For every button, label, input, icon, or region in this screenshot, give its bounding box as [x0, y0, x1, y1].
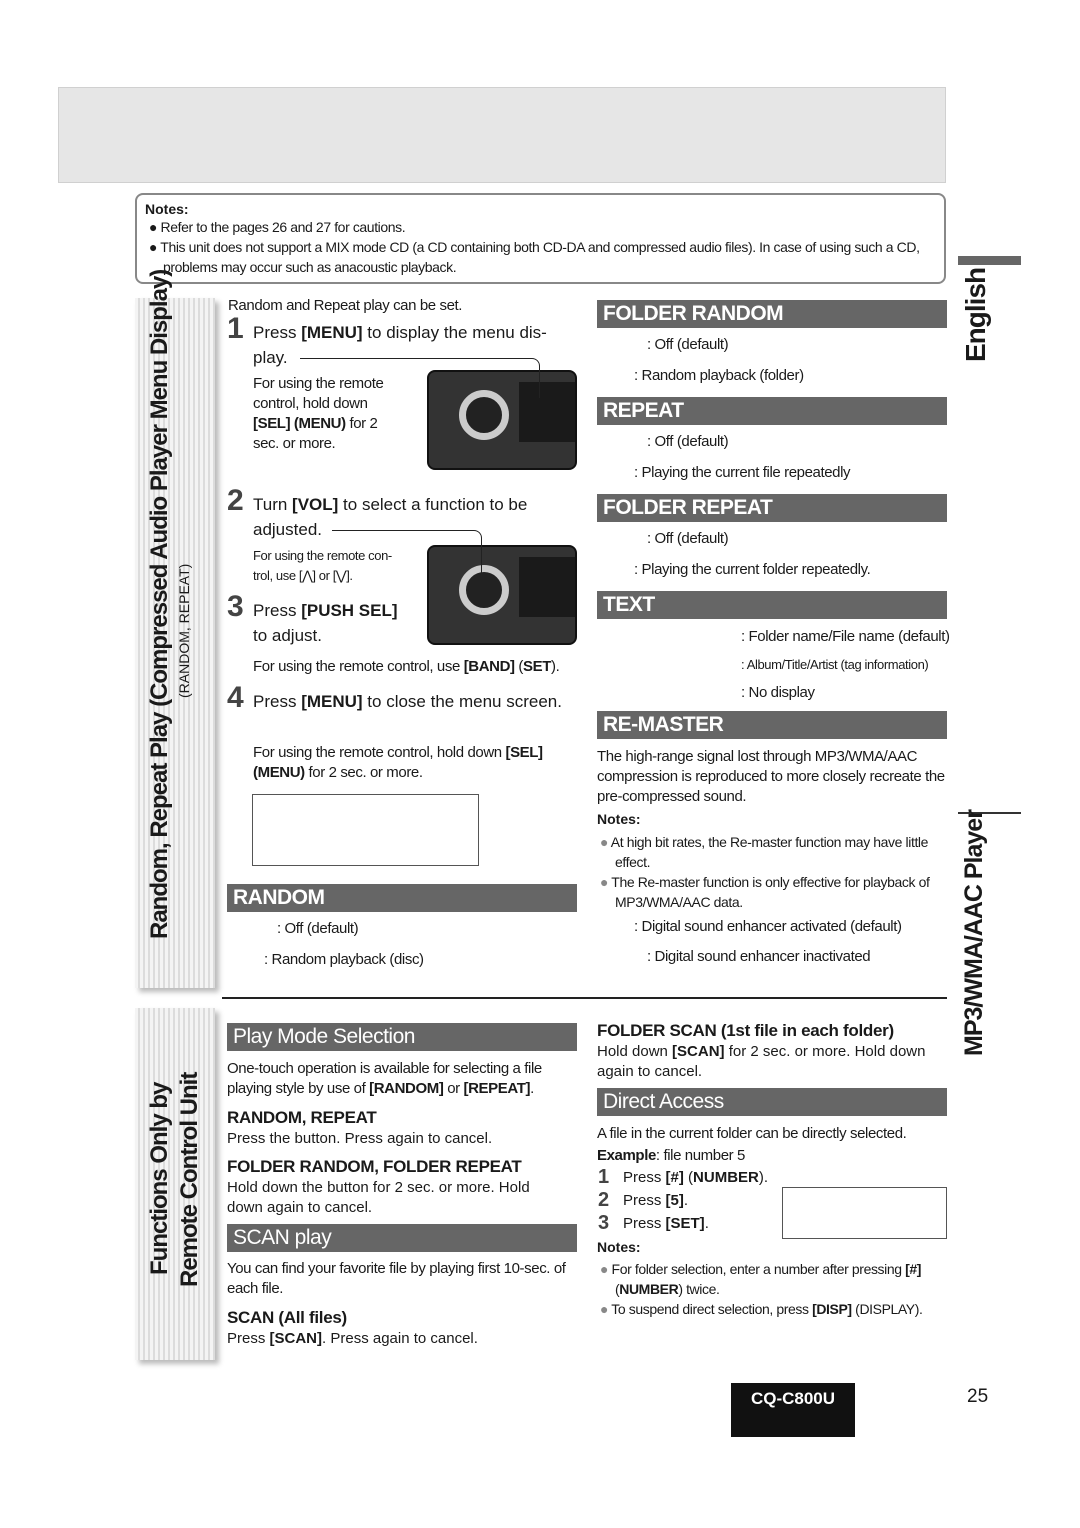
scan-desc: You can find your favorite file by playi…: [227, 1260, 566, 1297]
intro-text: Random and Repeat play can be set.: [228, 297, 463, 314]
display-placeholder: [252, 794, 479, 866]
random-opt: : Random playback (disc): [264, 951, 424, 968]
folder-repeat-header: FOLDER REPEAT: [597, 494, 947, 522]
step-3-note: For using the remote control, use [BAND]…: [253, 658, 560, 675]
play-mode-desc: One-touch operation is available for sel…: [227, 1060, 542, 1097]
product-label: MP3/WMA/AAC Player: [960, 810, 988, 1056]
direct-step: 3 Press [SET].: [598, 1212, 709, 1234]
header-banner: [58, 87, 946, 183]
section-divider: [222, 997, 947, 999]
folder-random-header: FOLDER RANDOM: [597, 300, 947, 328]
direct-access-header: Direct Access: [597, 1088, 947, 1116]
direct-desc: A file in the current folder can be dire…: [597, 1125, 907, 1142]
folder-repeat-opt: : Playing the current folder repeatedly.: [634, 561, 871, 578]
model-badge: CQ-C800U: [731, 1383, 855, 1437]
note-item: Refer to the pages 26 and 27 for caution…: [160, 219, 406, 235]
repeat-header: REPEAT: [597, 397, 947, 425]
folder-scan-subhead: FOLDER SCAN (1st file in each folder): [597, 1021, 894, 1040]
random-repeat-subhead: RANDOM, REPEAT: [227, 1108, 377, 1127]
random-repeat-text: Press the button. Press again to cancel.: [227, 1130, 493, 1147]
remaster-note: ● At high bit rates, the Re-master funct…: [600, 834, 929, 870]
direct-step: 2 Press [5].: [598, 1189, 689, 1211]
text-opt: : Album/Title/Artist (tag information): [741, 657, 929, 672]
side-subtitle-1: (RANDOM, REPEAT): [176, 563, 192, 698]
direct-display-placeholder: [782, 1187, 947, 1239]
side-title-2a: Functions Only by: [146, 1082, 173, 1275]
folder-random-repeat-subhead: FOLDER RANDOM, FOLDER REPEAT: [227, 1157, 522, 1176]
remaster-desc: The high-range signal lost through MP3/W…: [597, 748, 945, 805]
direct-note: ● To suspend direct selection, press [DI…: [600, 1301, 923, 1317]
direct-step: 1 Press [#] (NUMBER).: [598, 1166, 769, 1188]
scan-header: SCAN play: [227, 1224, 577, 1252]
folder-scan-text: Hold down [SCAN] for 2 sec. or more. Hol…: [597, 1043, 926, 1080]
remaster-notes-title: Notes:: [597, 811, 641, 827]
lang-label: English: [960, 267, 991, 362]
side-title-2b: Remote Control Unit: [176, 1072, 203, 1287]
text-opt: : Folder name/File name (default): [741, 628, 950, 645]
scan-all-text: Press [SCAN]. Press again to cancel.: [227, 1330, 478, 1347]
play-mode-header: Play Mode Selection: [227, 1023, 577, 1051]
notes-box: Notes: ● Refer to the pages 26 and 27 fo…: [135, 193, 946, 284]
text-opt: : No display: [741, 684, 815, 701]
step-3: 3 Press [PUSH SEL] to adjust.: [227, 590, 398, 646]
remaster-header: RE-MASTER: [597, 711, 947, 739]
notes-title: Notes:: [145, 201, 189, 217]
remaster-note: ● The Re-master function is only effecti…: [600, 874, 930, 910]
step-4-note: For using the remote control, hold down …: [253, 744, 543, 781]
random-header: RANDOM: [227, 884, 577, 912]
direct-note: ● For folder selection, enter a number a…: [600, 1261, 922, 1297]
scan-all-subhead: SCAN (All files): [227, 1308, 347, 1327]
callout-line-2: [332, 530, 482, 585]
folder-random-opt: : Random playback (folder): [634, 367, 804, 384]
side-title-1: Random, Repeat Play (Compressed Audio Pl…: [146, 269, 173, 939]
note-item: This unit does not support a MIX mode CD…: [160, 239, 920, 275]
repeat-opt: : Off (default): [647, 433, 729, 450]
remaster-opt: : Digital sound enhancer activated (defa…: [634, 918, 902, 935]
lang-bar: [958, 256, 1021, 265]
folder-random-repeat-text: Hold down the button for 2 sec. or more.…: [227, 1179, 530, 1216]
folder-random-opt: : Off (default): [647, 336, 729, 353]
repeat-opt: : Playing the current file repeatedly: [634, 464, 851, 481]
text-header: TEXT: [597, 591, 947, 619]
step-4: 4 Press [MENU] to close the menu screen.: [227, 681, 562, 714]
callout-line-1: [300, 358, 540, 398]
direct-notes-title: Notes:: [597, 1239, 641, 1255]
direct-example: Example: file number 5: [597, 1147, 745, 1164]
page-number: 25: [967, 1386, 989, 1407]
folder-repeat-opt: : Off (default): [647, 530, 729, 547]
remaster-opt: : Digital sound enhancer inactivated: [647, 948, 871, 965]
random-opt: : Off (default): [277, 920, 359, 937]
